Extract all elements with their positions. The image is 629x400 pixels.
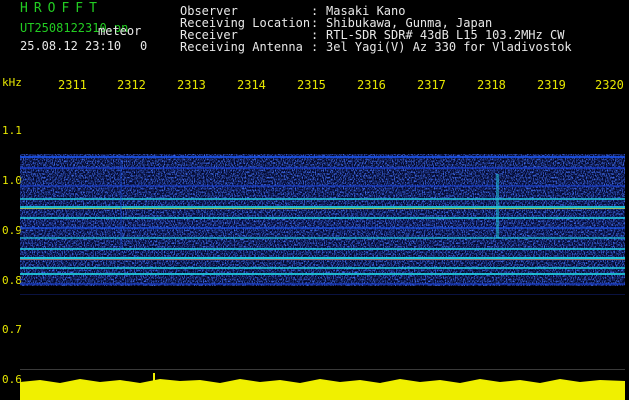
y-tick-label: 0.6 (2, 373, 22, 386)
y-tick-label: 0.9 (2, 224, 22, 237)
info-label-antenna: Receiving Antenna (180, 40, 303, 54)
unit-label: kHz (2, 76, 22, 89)
file-tag: meteor (98, 24, 142, 38)
date-time: 25.08.12 23:10 (20, 39, 122, 53)
counter: 0 (140, 39, 148, 53)
y-tick-label: 1.1 (2, 124, 22, 137)
info-separator: : (311, 40, 319, 54)
y-tick-label: 0.7 (2, 323, 22, 336)
level-trace (20, 369, 625, 400)
info-value-antenna: 3el Yagi(V) Az 330 for Vladivostok (326, 40, 572, 54)
y-tick-label: 1.0 (2, 174, 22, 187)
spectrogram (20, 154, 625, 400)
noise-field (20, 154, 625, 286)
y-tick-label: 0.8 (2, 274, 22, 287)
app-title: HROFFT (20, 1, 103, 16)
